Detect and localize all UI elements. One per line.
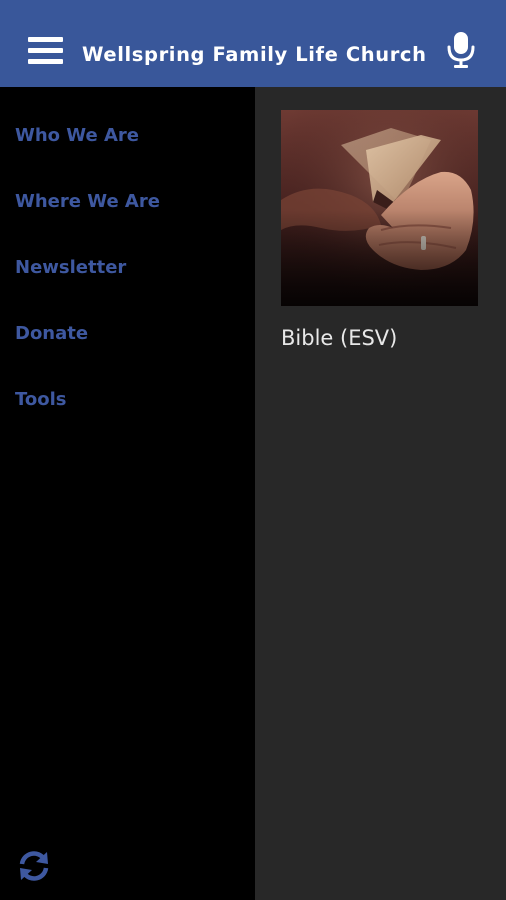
- app-header: Wellspring Family Life Church: [0, 0, 506, 87]
- microphone-icon[interactable]: [446, 31, 476, 69]
- sidebar-item-who-we-are[interactable]: Who We Are: [15, 122, 245, 150]
- sidebar-item-where-we-are[interactable]: Where We Are: [15, 188, 245, 216]
- hamburger-menu-icon[interactable]: [28, 37, 63, 65]
- hands-holding-bible-photo: [281, 110, 478, 306]
- navigation-drawer: Who We Are Where We Are Newsletter Donat…: [0, 87, 255, 900]
- main-content: Bible (ESV): [255, 87, 506, 900]
- microphone-icon-graphic: [447, 32, 475, 68]
- menu-bar-top: [28, 37, 63, 42]
- bible-esv-tile[interactable]: Bible (ESV): [281, 110, 478, 352]
- refresh-icon-graphic: [19, 851, 49, 881]
- menu-bar-middle: [28, 48, 63, 53]
- menu-bar-bottom: [28, 59, 63, 64]
- sidebar-item-tools[interactable]: Tools: [15, 386, 245, 414]
- tile-label: Bible (ESV): [281, 326, 398, 350]
- sidebar-item-donate[interactable]: Donate: [15, 320, 245, 348]
- sidebar-item-newsletter[interactable]: Newsletter: [15, 254, 245, 282]
- app-screen: Wellspring Family Life Church Who We Are…: [0, 0, 506, 900]
- page-title: Wellspring Family Life Church: [82, 43, 427, 66]
- refresh-icon[interactable]: [17, 849, 51, 883]
